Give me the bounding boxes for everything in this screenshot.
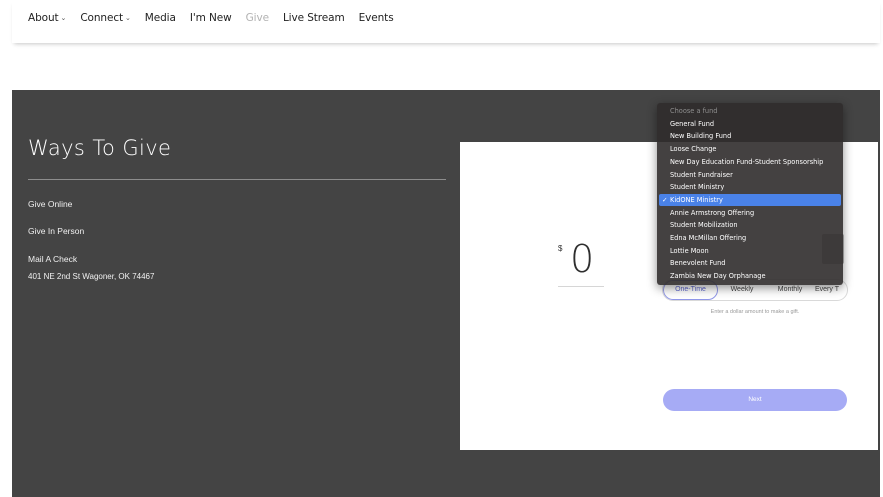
nav-item-label: Give bbox=[245, 12, 269, 24]
fund-option-label: Annie Armstrong Offering bbox=[670, 208, 755, 217]
fund-option-label: General Fund bbox=[670, 119, 715, 128]
fund-option-label: Zambia New Day Orphanage bbox=[670, 272, 766, 281]
nav-item-label: I'm New bbox=[189, 12, 232, 24]
fund-option[interactable]: Student Fundraiser bbox=[659, 169, 841, 182]
give-online-link[interactable]: Give Online bbox=[28, 199, 72, 209]
nav-item-label: Media bbox=[144, 12, 176, 24]
fund-option-label: Lottie Moon bbox=[670, 246, 709, 255]
fund-option-label: KidONE Ministry bbox=[670, 195, 723, 204]
next-button[interactable]: Next bbox=[663, 389, 847, 411]
fund-option-label: Student Fundraiser bbox=[670, 170, 733, 179]
fund-option-label: Benevolent Fund bbox=[670, 259, 726, 268]
fund-option[interactable]: Lottie Moon bbox=[659, 245, 841, 258]
give-in-person-link[interactable]: Give In Person bbox=[28, 226, 84, 236]
fund-option-label: Loose Change bbox=[670, 145, 717, 154]
fund-option-label: Student Mobilization bbox=[670, 221, 738, 230]
nav-item-label: Live Stream bbox=[282, 12, 345, 24]
nav-item-events[interactable]: Events bbox=[359, 12, 394, 24]
title-divider bbox=[28, 179, 446, 180]
nav-item-label: Events bbox=[358, 12, 394, 24]
fund-option[interactable]: New Building Fund bbox=[659, 130, 841, 143]
nav-item-about[interactable]: About ⌄ bbox=[28, 12, 66, 24]
fund-dropdown[interactable]: Choose a fund General Fund New Building F… bbox=[657, 103, 843, 285]
fund-option[interactable]: Student Mobilization bbox=[659, 219, 841, 232]
nav-item-label: About bbox=[28, 12, 59, 24]
fund-option-label: Student Ministry bbox=[670, 183, 725, 192]
mail-check-label: Mail A Check bbox=[28, 254, 78, 264]
fund-option-label: Edna McMillan Offering bbox=[670, 234, 747, 242]
fund-option[interactable]: Zambia New Day Orphanage bbox=[659, 270, 841, 283]
fund-option[interactable]: Edna McMillan Offering bbox=[659, 232, 841, 245]
nav-menu: About ⌄ Connect ⌄ Media I'm New Give Live Strea… bbox=[28, 12, 408, 24]
nav-item-connect[interactable]: Connect ⌄ bbox=[80, 12, 131, 24]
fund-option-label: New Building Fund bbox=[670, 132, 732, 141]
fund-option[interactable]: Student Ministry bbox=[659, 181, 841, 194]
top-navigation: About ⌄ Connect ⌄ Media I'm New Give Live Strea… bbox=[12, 0, 880, 43]
fund-option[interactable]: Benevolent Fund bbox=[659, 257, 841, 270]
fund-placeholder: Choose a fund bbox=[670, 107, 718, 115]
amount-input[interactable]: $ 0 bbox=[558, 237, 604, 287]
chevron-down-icon: ⌄ bbox=[60, 14, 67, 22]
fund-option[interactable]: ✓ KidONE Ministry bbox=[659, 193, 841, 207]
chevron-down-icon: ⌄ bbox=[125, 14, 131, 22]
fund-option[interactable]: New Day Education Fund-Student Sponsorsh… bbox=[659, 156, 841, 169]
fund-option[interactable]: Loose Change bbox=[659, 143, 841, 156]
nav-item-give[interactable]: Give bbox=[246, 12, 269, 24]
currency-symbol: $ bbox=[558, 244, 563, 253]
nav-item-i-m-new[interactable]: I'm New bbox=[190, 12, 232, 24]
fund-option[interactable]: General Fund bbox=[659, 118, 841, 131]
fund-option-label: New Day Education Fund-Student Sponsorsh… bbox=[670, 157, 824, 166]
amount-hint: Enter a dollar amount to make a gift. bbox=[710, 309, 800, 315]
mailing-address: 401 NE 2nd St Wagoner, OK 74467 bbox=[28, 272, 155, 281]
nav-item-media[interactable]: Media bbox=[145, 12, 176, 24]
amount-value: 0 bbox=[570, 237, 595, 281]
nav-item-label: Connect bbox=[80, 12, 124, 24]
fund-option[interactable]: Annie Armstrong Offering bbox=[659, 207, 841, 220]
checkmark-icon: ✓ bbox=[662, 195, 668, 204]
page-title: Ways To Give bbox=[28, 136, 172, 160]
nav-item-live-stream[interactable]: Live Stream bbox=[283, 12, 345, 24]
